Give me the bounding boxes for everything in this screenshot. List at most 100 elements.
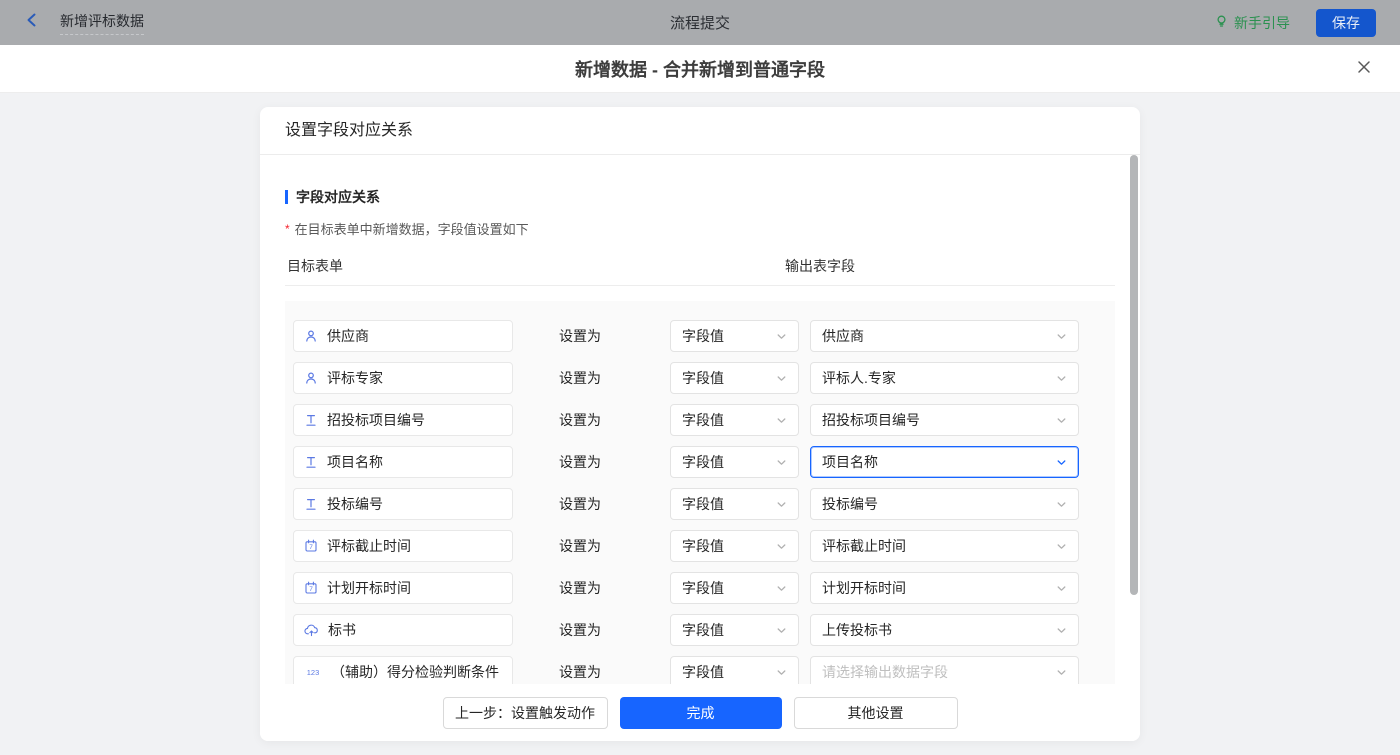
value-mode-text: 字段值 xyxy=(682,368,724,388)
value-mode-select[interactable]: 字段值 xyxy=(670,488,799,520)
output-field-select[interactable]: 投标编号 xyxy=(810,488,1079,520)
output-field-text: 项目名称 xyxy=(822,452,878,472)
target-field-box: 项目名称 xyxy=(293,446,513,478)
output-field-text: 计划开标时间 xyxy=(822,578,906,598)
section-marker xyxy=(285,190,288,204)
text-icon xyxy=(304,497,318,511)
target-field-label: 计划开标时间 xyxy=(327,578,411,598)
number-icon: 123 xyxy=(304,665,322,679)
mapping-row: 标书 设置为 字段值 上传投标书 xyxy=(285,609,1115,651)
mapping-card: 设置字段对应关系 字段对应关系 * 在目标表单中新增数据，字段值设置如下 目标表… xyxy=(260,107,1140,741)
value-mode-text: 字段值 xyxy=(682,410,724,430)
output-field-text: 请选择输出数据字段 xyxy=(822,662,948,682)
output-field-select[interactable]: 供应商 xyxy=(810,320,1079,352)
chevron-down-icon xyxy=(776,499,787,510)
target-field-label: 招投标项目编号 xyxy=(327,410,425,430)
modal-title: 新增数据 - 合并新增到普通字段 xyxy=(575,56,825,82)
chevron-down-icon xyxy=(1056,457,1067,468)
mapping-row: 项目名称 设置为 字段值 项目名称 xyxy=(285,441,1115,483)
output-field-select[interactable]: 上传投标书 xyxy=(810,614,1079,646)
chevron-down-icon xyxy=(1056,625,1067,636)
target-field-label: 评标专家 xyxy=(327,368,383,388)
value-mode-select[interactable]: 字段值 xyxy=(670,446,799,478)
set-as-label: 设置为 xyxy=(559,326,601,346)
modal-header: 新增数据 - 合并新增到普通字段 xyxy=(0,45,1400,93)
close-button[interactable] xyxy=(1354,59,1374,79)
scrollbar-thumb[interactable] xyxy=(1130,155,1138,595)
text-icon xyxy=(304,413,318,427)
target-field-box: 7 评标截止时间 xyxy=(293,530,513,562)
done-button[interactable]: 完成 xyxy=(620,697,782,729)
chevron-down-icon xyxy=(776,373,787,384)
value-mode-text: 字段值 xyxy=(682,536,724,556)
chevron-down-icon xyxy=(776,541,787,552)
chevron-down-icon xyxy=(1056,415,1067,426)
modal-body: 设置字段对应关系 字段对应关系 * 在目标表单中新增数据，字段值设置如下 目标表… xyxy=(0,93,1400,755)
output-field-text: 评标人.专家 xyxy=(822,368,896,388)
chevron-down-icon xyxy=(776,331,787,342)
value-mode-select[interactable]: 字段值 xyxy=(670,404,799,436)
mapping-row: 投标编号 设置为 字段值 投标编号 xyxy=(285,483,1115,525)
value-mode-text: 字段值 xyxy=(682,494,724,514)
value-mode-select[interactable]: 字段值 xyxy=(670,362,799,394)
svg-text:7: 7 xyxy=(309,586,313,593)
output-field-select[interactable]: 项目名称 xyxy=(810,446,1079,478)
set-as-label: 设置为 xyxy=(559,452,601,472)
chevron-down-icon xyxy=(776,457,787,468)
output-field-select[interactable]: 请选择输出数据字段 xyxy=(810,656,1079,684)
value-mode-select[interactable]: 字段值 xyxy=(670,572,799,604)
value-mode-text: 字段值 xyxy=(682,620,724,640)
value-mode-select[interactable]: 字段值 xyxy=(670,320,799,352)
set-as-label: 设置为 xyxy=(559,662,601,682)
set-as-label: 设置为 xyxy=(559,578,601,598)
value-mode-select[interactable]: 字段值 xyxy=(670,614,799,646)
upload-icon xyxy=(304,623,319,637)
output-field-select[interactable]: 评标人.专家 xyxy=(810,362,1079,394)
section-title: 字段对应关系 xyxy=(296,187,380,207)
output-field-select[interactable]: 招投标项目编号 xyxy=(810,404,1079,436)
chevron-down-icon xyxy=(776,583,787,594)
save-button[interactable]: 保存 xyxy=(1316,9,1376,37)
value-mode-select[interactable]: 字段值 xyxy=(670,656,799,684)
value-mode-text: 字段值 xyxy=(682,662,724,682)
prev-step-button[interactable]: 上一步：设置触发动作 xyxy=(443,697,608,729)
mapping-row: 评标专家 设置为 字段值 评标人.专家 xyxy=(285,357,1115,399)
chevron-left-icon xyxy=(24,12,40,33)
target-field-label: 供应商 xyxy=(327,326,369,346)
guide-label: 新手引导 xyxy=(1234,13,1290,33)
column-target-form: 目标表单 xyxy=(287,256,343,276)
output-field-text: 评标截止时间 xyxy=(822,536,906,556)
section-note-text: 在目标表单中新增数据，字段值设置如下 xyxy=(295,219,529,238)
output-field-select[interactable]: 评标截止时间 xyxy=(810,530,1079,562)
back-button[interactable] xyxy=(24,14,42,32)
required-asterisk: * xyxy=(285,222,290,236)
calendar-icon: 7 xyxy=(304,539,318,553)
user-icon xyxy=(304,329,318,343)
topbar-center-title: 流程提交 xyxy=(0,12,1400,33)
target-field-box: 123 （辅助）得分检验判断条件 xyxy=(293,656,513,684)
beginner-guide-link[interactable]: 新手引导 xyxy=(1214,13,1290,33)
target-field-label: 投标编号 xyxy=(327,494,383,514)
svg-text:7: 7 xyxy=(309,544,313,551)
lightbulb-icon xyxy=(1214,14,1229,32)
rows-panel: 供应商 设置为 字段值 供应商 评标专家 设置为 字段值 xyxy=(285,301,1115,684)
set-as-label: 设置为 xyxy=(559,494,601,514)
chevron-down-icon xyxy=(1056,373,1067,384)
value-mode-select[interactable]: 字段值 xyxy=(670,530,799,562)
value-mode-text: 字段值 xyxy=(682,326,724,346)
target-field-label: 评标截止时间 xyxy=(327,536,411,556)
target-field-box: 投标编号 xyxy=(293,488,513,520)
set-as-label: 设置为 xyxy=(559,536,601,556)
columns-header: 目标表单 输出表字段 xyxy=(285,256,1115,286)
mapping-row: 7 计划开标时间 设置为 字段值 计划开标时间 xyxy=(285,567,1115,609)
panel-title: 设置字段对应关系 xyxy=(260,107,1140,155)
target-field-box: 标书 xyxy=(293,614,513,646)
user-icon xyxy=(304,371,318,385)
mapping-row: 供应商 设置为 字段值 供应商 xyxy=(285,315,1115,357)
output-field-text: 投标编号 xyxy=(822,494,878,514)
other-settings-button[interactable]: 其他设置 xyxy=(794,697,958,729)
value-mode-text: 字段值 xyxy=(682,452,724,472)
target-field-box: 评标专家 xyxy=(293,362,513,394)
value-mode-text: 字段值 xyxy=(682,578,724,598)
output-field-select[interactable]: 计划开标时间 xyxy=(810,572,1079,604)
